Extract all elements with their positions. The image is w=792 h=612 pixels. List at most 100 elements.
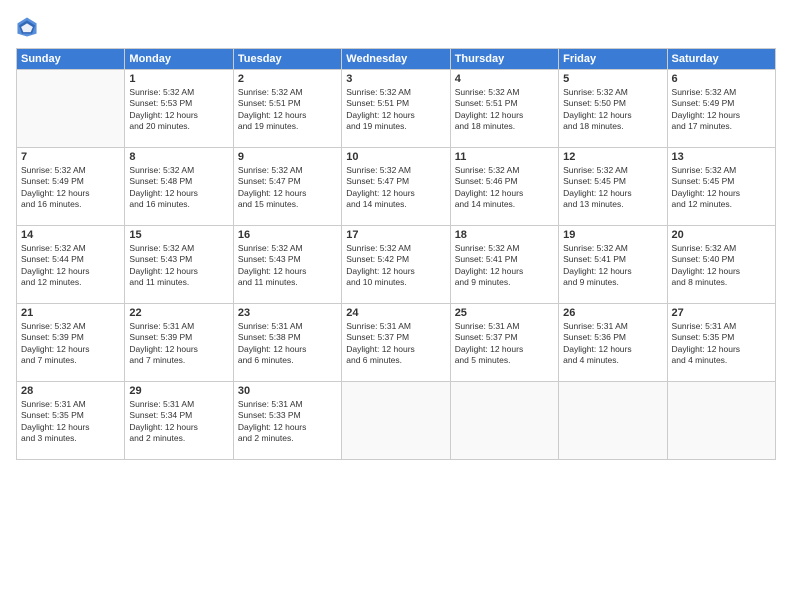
- page: SundayMondayTuesdayWednesdayThursdayFrid…: [0, 0, 792, 612]
- day-number: 30: [238, 385, 337, 397]
- week-row-1: 1Sunrise: 5:32 AMSunset: 5:53 PMDaylight…: [17, 70, 776, 148]
- day-number: 26: [563, 307, 662, 319]
- day-info: Sunrise: 5:32 AMSunset: 5:43 PMDaylight:…: [238, 243, 337, 289]
- day-number: 13: [672, 151, 771, 163]
- day-cell: 26 Sunrise: 5:31 AMSunset: 5:36 PMDayligh…: [559, 304, 667, 382]
- day-number: 29: [129, 385, 228, 397]
- day-cell: 15 Sunrise: 5:32 AMSunset: 5:43 PMDayligh…: [125, 226, 233, 304]
- logo-icon: [16, 16, 38, 38]
- header: [16, 16, 776, 38]
- day-info: Sunrise: 5:32 AMSunset: 5:47 PMDaylight:…: [238, 165, 337, 211]
- col-header-friday: Friday: [559, 49, 667, 70]
- day-info: Sunrise: 5:32 AMSunset: 5:40 PMDaylight:…: [672, 243, 771, 289]
- day-cell: [559, 382, 667, 460]
- logo: [16, 16, 42, 38]
- day-cell: 5 Sunrise: 5:32 AMSunset: 5:50 PMDaylight…: [559, 70, 667, 148]
- day-info: Sunrise: 5:32 AMSunset: 5:45 PMDaylight:…: [563, 165, 662, 211]
- day-cell: 16 Sunrise: 5:32 AMSunset: 5:43 PMDayligh…: [233, 226, 341, 304]
- day-info: Sunrise: 5:32 AMSunset: 5:39 PMDaylight:…: [21, 321, 120, 367]
- col-header-sunday: Sunday: [17, 49, 125, 70]
- day-number: 11: [455, 151, 554, 163]
- day-cell: 7 Sunrise: 5:32 AMSunset: 5:49 PMDaylight…: [17, 148, 125, 226]
- day-info: Sunrise: 5:32 AMSunset: 5:45 PMDaylight:…: [672, 165, 771, 211]
- day-number: 8: [129, 151, 228, 163]
- day-cell: 21 Sunrise: 5:32 AMSunset: 5:39 PMDayligh…: [17, 304, 125, 382]
- day-info: Sunrise: 5:32 AMSunset: 5:49 PMDaylight:…: [21, 165, 120, 211]
- day-number: 14: [21, 229, 120, 241]
- day-cell: 19Sunrise: 5:32 AMSunset: 5:41 PMDayligh…: [559, 226, 667, 304]
- week-row-4: 21 Sunrise: 5:32 AMSunset: 5:39 PMDayligh…: [17, 304, 776, 382]
- week-row-3: 14 Sunrise: 5:32 AMSunset: 5:44 PMDayligh…: [17, 226, 776, 304]
- day-number: 4: [455, 73, 554, 85]
- day-cell: 18 Sunrise: 5:32 AMSunset: 5:41 PMDayligh…: [450, 226, 558, 304]
- day-info: Sunrise: 5:31 AMSunset: 5:35 PMDaylight:…: [672, 321, 771, 367]
- day-number: 6: [672, 73, 771, 85]
- day-cell: [342, 382, 450, 460]
- day-cell: 2 Sunrise: 5:32 AMSunset: 5:51 PMDaylight…: [233, 70, 341, 148]
- day-cell: 30 Sunrise: 5:31 AMSunset: 5:33 PMDayligh…: [233, 382, 341, 460]
- day-info: Sunrise: 5:32 AMSunset: 5:48 PMDaylight:…: [129, 165, 228, 211]
- day-number: 22: [129, 307, 228, 319]
- week-row-2: 7 Sunrise: 5:32 AMSunset: 5:49 PMDaylight…: [17, 148, 776, 226]
- day-info: Sunrise: 5:32 AMSunset: 5:41 PMDaylight:…: [563, 243, 662, 289]
- day-cell: [667, 382, 775, 460]
- day-info: Sunrise: 5:32 AMSunset: 5:41 PMDaylight:…: [455, 243, 554, 289]
- day-cell: 4 Sunrise: 5:32 AMSunset: 5:51 PMDaylight…: [450, 70, 558, 148]
- day-cell: 27 Sunrise: 5:31 AMSunset: 5:35 PMDayligh…: [667, 304, 775, 382]
- day-cell: 10Sunrise: 5:32 AMSunset: 5:47 PMDayligh…: [342, 148, 450, 226]
- day-number: 16: [238, 229, 337, 241]
- day-number: 9: [238, 151, 337, 163]
- day-info: Sunrise: 5:32 AMSunset: 5:46 PMDaylight:…: [455, 165, 554, 211]
- day-info: Sunrise: 5:32 AMSunset: 5:51 PMDaylight:…: [238, 87, 337, 133]
- day-info: Sunrise: 5:32 AMSunset: 5:53 PMDaylight:…: [129, 87, 228, 133]
- day-cell: 28Sunrise: 5:31 AMSunset: 5:35 PMDayligh…: [17, 382, 125, 460]
- week-row-5: 28Sunrise: 5:31 AMSunset: 5:35 PMDayligh…: [17, 382, 776, 460]
- day-info: Sunrise: 5:32 AMSunset: 5:43 PMDaylight:…: [129, 243, 228, 289]
- day-info: Sunrise: 5:32 AMSunset: 5:50 PMDaylight:…: [563, 87, 662, 133]
- day-number: 21: [21, 307, 120, 319]
- day-cell: 11 Sunrise: 5:32 AMSunset: 5:46 PMDayligh…: [450, 148, 558, 226]
- day-cell: 17 Sunrise: 5:32 AMSunset: 5:42 PMDayligh…: [342, 226, 450, 304]
- day-info: Sunrise: 5:32 AMSunset: 5:44 PMDaylight:…: [21, 243, 120, 289]
- day-cell: 13 Sunrise: 5:32 AMSunset: 5:45 PMDayligh…: [667, 148, 775, 226]
- day-number: 10: [346, 151, 445, 163]
- day-number: 15: [129, 229, 228, 241]
- day-cell: 1Sunrise: 5:32 AMSunset: 5:53 PMDaylight…: [125, 70, 233, 148]
- day-number: 7: [21, 151, 120, 163]
- day-number: 12: [563, 151, 662, 163]
- day-number: 18: [455, 229, 554, 241]
- col-header-tuesday: Tuesday: [233, 49, 341, 70]
- day-cell: 24 Sunrise: 5:31 AMSunset: 5:37 PMDayligh…: [342, 304, 450, 382]
- calendar-table: SundayMondayTuesdayWednesdayThursdayFrid…: [16, 48, 776, 460]
- day-cell: 23Sunrise: 5:31 AMSunset: 5:38 PMDayligh…: [233, 304, 341, 382]
- day-info: Sunrise: 5:32 AMSunset: 5:51 PMDaylight:…: [455, 87, 554, 133]
- day-number: 24: [346, 307, 445, 319]
- day-number: 3: [346, 73, 445, 85]
- day-info: Sunrise: 5:31 AMSunset: 5:37 PMDaylight:…: [455, 321, 554, 367]
- day-cell: 6 Sunrise: 5:32 AMSunset: 5:49 PMDaylight…: [667, 70, 775, 148]
- day-info: Sunrise: 5:31 AMSunset: 5:36 PMDaylight:…: [563, 321, 662, 367]
- col-header-wednesday: Wednesday: [342, 49, 450, 70]
- day-cell: 9 Sunrise: 5:32 AMSunset: 5:47 PMDaylight…: [233, 148, 341, 226]
- day-info: Sunrise: 5:31 AMSunset: 5:39 PMDaylight:…: [129, 321, 228, 367]
- day-info: Sunrise: 5:31 AMSunset: 5:38 PMDaylight:…: [238, 321, 337, 367]
- day-number: 5: [563, 73, 662, 85]
- day-info: Sunrise: 5:31 AMSunset: 5:33 PMDaylight:…: [238, 399, 337, 445]
- day-number: 20: [672, 229, 771, 241]
- day-info: Sunrise: 5:31 AMSunset: 5:37 PMDaylight:…: [346, 321, 445, 367]
- day-number: 17: [346, 229, 445, 241]
- day-cell: 20 Sunrise: 5:32 AMSunset: 5:40 PMDayligh…: [667, 226, 775, 304]
- col-header-thursday: Thursday: [450, 49, 558, 70]
- day-number: 27: [672, 307, 771, 319]
- day-cell: 22 Sunrise: 5:31 AMSunset: 5:39 PMDayligh…: [125, 304, 233, 382]
- day-info: Sunrise: 5:32 AMSunset: 5:49 PMDaylight:…: [672, 87, 771, 133]
- day-info: Sunrise: 5:32 AMSunset: 5:42 PMDaylight:…: [346, 243, 445, 289]
- day-cell: 14 Sunrise: 5:32 AMSunset: 5:44 PMDayligh…: [17, 226, 125, 304]
- day-number: 2: [238, 73, 337, 85]
- day-info: Sunrise: 5:32 AMSunset: 5:51 PMDaylight:…: [346, 87, 445, 133]
- col-header-saturday: Saturday: [667, 49, 775, 70]
- day-cell: 8 Sunrise: 5:32 AMSunset: 5:48 PMDaylight…: [125, 148, 233, 226]
- header-row: SundayMondayTuesdayWednesdayThursdayFrid…: [17, 49, 776, 70]
- day-info: Sunrise: 5:31 AMSunset: 5:35 PMDaylight:…: [21, 399, 120, 445]
- day-cell: [450, 382, 558, 460]
